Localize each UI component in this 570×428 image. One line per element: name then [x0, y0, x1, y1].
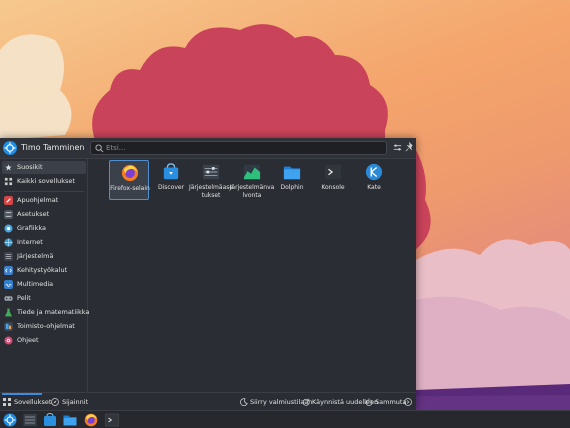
power-icon: [365, 398, 373, 406]
settings-icon: [4, 210, 13, 219]
firefox-icon: [121, 164, 139, 182]
sidebar-item-games[interactable]: Pelit: [2, 292, 86, 305]
search-field[interactable]: [90, 141, 387, 155]
app-system-settings[interactable]: Järjestelmäase tukset: [189, 160, 233, 200]
sidebar-item-label: Grafiikka: [17, 224, 46, 232]
more-options-icon[interactable]: [404, 398, 412, 406]
app-konsole[interactable]: Konsole: [313, 160, 353, 200]
dolphin-icon: [283, 166, 301, 180]
username: Timo Tamminen: [21, 143, 85, 152]
application-launcher-icon[interactable]: [3, 413, 17, 427]
sidebar-item-label: Järjestelmä: [17, 252, 54, 260]
sidebar-item-label: Internet: [17, 238, 43, 246]
firefox-icon[interactable]: [84, 413, 98, 427]
konsole-icon[interactable]: [105, 413, 119, 427]
help-icon: [4, 336, 13, 345]
sidebar-item-label: Pelit: [17, 294, 31, 302]
system-settings-icon[interactable]: [23, 413, 37, 427]
sidebar-item-label: Asetukset: [17, 210, 50, 218]
search-icon: [95, 144, 104, 153]
system-icon: [4, 252, 13, 261]
grid-icon: [4, 177, 13, 186]
shutdown-label: Sammuta: [375, 398, 407, 406]
sidebar-item-label: Ohjeet: [17, 336, 39, 344]
sidebar-item-label: Suosikit: [17, 163, 43, 171]
star-icon: [4, 163, 13, 172]
sidebar-item-all-apps[interactable]: Kaikki sovellukset: [2, 175, 86, 188]
sleep-icon: [240, 398, 248, 406]
compass-icon: [51, 398, 59, 406]
games-icon: [4, 296, 13, 301]
discover-icon: [163, 163, 179, 180]
globe-icon: [4, 238, 13, 247]
grid-icon: [3, 398, 11, 406]
application-launcher: Timo Tamminen Suosikit Kaikki sovellukse…: [0, 138, 416, 410]
app-firefox[interactable]: Firefox-selain: [109, 160, 150, 200]
sidebar-item-label: Multimedia: [17, 280, 54, 288]
avatar[interactable]: [3, 141, 17, 155]
sidebar-item-label: Kaikki sovellukset: [17, 177, 75, 185]
app-kate[interactable]: Kate: [354, 160, 394, 200]
graphics-icon: [4, 224, 13, 233]
sidebar-item-help[interactable]: Ohjeet: [2, 334, 86, 347]
system-settings-icon: [202, 164, 220, 180]
dolphin-icon[interactable]: [63, 413, 77, 427]
configure-icon[interactable]: [392, 142, 403, 153]
utilities-icon: [4, 196, 13, 205]
sidebar-item-graphics[interactable]: Grafiikka: [2, 222, 86, 235]
sidebar-item-label: Apuohjelmat: [17, 196, 59, 204]
multimedia-icon: [4, 280, 13, 289]
sidebar-item-science[interactable]: Tiede ja matematiikka: [2, 306, 90, 319]
sidebar-item-utilities[interactable]: Apuohjelmat: [2, 194, 86, 207]
sidebar-item-label: Kehitystyökalut: [17, 266, 68, 274]
sidebar-item-development[interactable]: Kehitystyökalut: [2, 264, 86, 277]
sidebar-item-label: Toimisto-ohjelmat: [17, 322, 75, 330]
discover-icon[interactable]: [43, 413, 57, 427]
sleep-button[interactable]: Siirry valmiustilaan: [240, 395, 312, 409]
tab-label: Sijainnit: [62, 398, 89, 406]
launcher-footer: Sovellukset Sijainnit Siirry valmiustila…: [0, 392, 416, 410]
sidebar-item-system[interactable]: Järjestelmä: [2, 250, 86, 263]
tab-places[interactable]: Sijainnit: [50, 395, 88, 409]
pin-icon[interactable]: [404, 142, 415, 153]
sidebar-item-settings[interactable]: Asetukset: [2, 208, 86, 221]
sidebar-item-multimedia[interactable]: Multimedia: [2, 278, 86, 291]
app-system-monitor[interactable]: Järjestelmänva lvonta: [230, 160, 274, 200]
sidebar-item-favorites[interactable]: Suosikit: [2, 161, 86, 174]
app-dolphin[interactable]: Dolphin: [272, 160, 312, 200]
science-icon: [4, 308, 13, 317]
tab-applications[interactable]: Sovellukset: [2, 393, 51, 409]
sidebar-item-label: Tiede ja matematiikka: [17, 308, 90, 316]
restart-button[interactable]: Käynnistä uudelleen: [302, 395, 378, 409]
sidebar-item-internet[interactable]: Internet: [2, 236, 86, 249]
launcher-header: Timo Tamminen: [0, 138, 416, 159]
development-icon: [4, 266, 13, 275]
taskbar: [0, 410, 570, 428]
konsole-icon: [324, 164, 342, 180]
shutdown-button[interactable]: Sammuta: [365, 395, 406, 409]
sidebar-divider: [4, 191, 84, 192]
tab-label: Sovellukset: [14, 398, 52, 406]
app-label: Kate: [367, 184, 381, 191]
sidebar-item-office[interactable]: Toimisto-ohjelmat: [2, 320, 86, 333]
app-discover[interactable]: Discover: [151, 160, 191, 200]
category-sidebar: Suosikit Kaikki sovellukset Apuohjelmat …: [0, 158, 90, 392]
search-input[interactable]: [106, 142, 376, 154]
kate-icon: [365, 163, 383, 181]
restart-icon: [302, 398, 310, 406]
system-monitor-icon: [243, 164, 261, 180]
office-icon: [4, 322, 13, 331]
